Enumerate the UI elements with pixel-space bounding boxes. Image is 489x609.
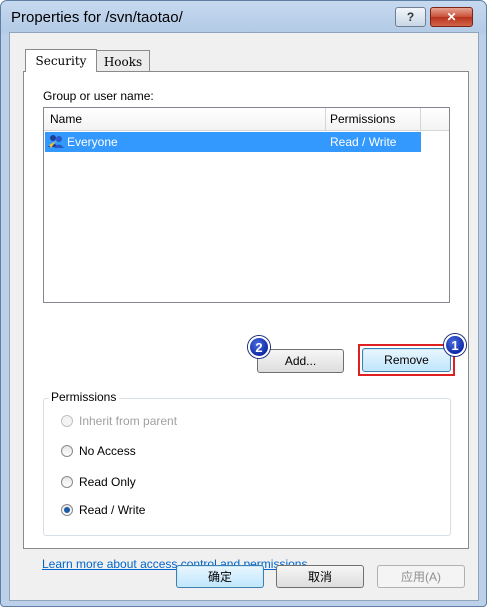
radio-label: No Access [79,444,136,458]
users-group-icon [47,134,65,150]
close-button[interactable]: ✕ [430,7,473,27]
radio-read-only[interactable]: Read Only [61,475,136,489]
permissions-group-title: Permissions [48,390,120,404]
step-marker-2: 2 [248,336,270,358]
radio-label: Read / Write [79,503,146,517]
ok-button[interactable]: 确定 [176,565,264,588]
radio-indicator-selected [61,504,73,516]
cancel-button[interactable]: 取消 [276,565,364,588]
list-item-everyone[interactable]: Everyone Read / Write [45,132,421,152]
step-marker-1: 1 [444,334,466,356]
add-button[interactable]: Add... [257,349,344,373]
column-header-permissions[interactable]: Permissions [330,112,395,126]
access-control-help-link[interactable]: Learn more about access control and perm… [42,557,307,571]
help-button[interactable]: ? [395,7,426,27]
list-item-name: Everyone [67,135,118,149]
user-list[interactable]: Name Permissions Everyone Read / Write [43,107,450,303]
apply-button[interactable]: 应用(A) [377,565,465,588]
group-user-label: Group or user name: [43,89,154,103]
radio-indicator [61,415,73,427]
radio-label: Read Only [79,475,136,489]
tab-hooks[interactable]: Hooks [96,50,150,72]
security-panel: Group or user name: Name Permissions Eve… [23,71,469,571]
remove-button[interactable]: Remove [362,348,451,372]
tab-security[interactable]: Security [25,49,97,72]
window-title: Properties for /svn/taotao/ [11,9,183,26]
radio-no-access[interactable]: No Access [61,444,136,458]
properties-window: Properties for /svn/taotao/ ? ✕ Security… [0,0,487,607]
dialog-client-area: Security Hooks Group or user name: Name … [9,32,479,601]
radio-label: Inherit from parent [79,414,178,428]
column-header-name[interactable]: Name [50,112,82,126]
radio-indicator [61,445,73,457]
radio-inherit-from-parent[interactable]: Inherit from parent [61,414,177,428]
radio-read-write[interactable]: Read / Write [61,503,145,517]
list-item-permissions: Read / Write [330,135,397,149]
list-header: Name Permissions [44,108,449,131]
radio-indicator [61,476,73,488]
